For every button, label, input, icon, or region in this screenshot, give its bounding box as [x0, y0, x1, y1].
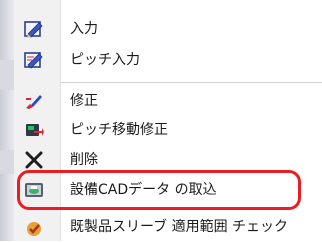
menu-item-pitch-input[interactable]: ピッチ入力: [14, 46, 322, 74]
sleeve-check-icon: [24, 220, 44, 238]
pitch-move-icon: [24, 121, 44, 139]
menu-item-label: 修正: [70, 93, 98, 109]
pencil-edit-icon: [24, 20, 44, 38]
menu-item-sleeve-check[interactable]: 既製品スリーブ 適用範囲 チェック: [14, 215, 322, 243]
delete-x-icon: [24, 151, 44, 169]
background-window: [0, 0, 14, 241]
menu-item-label: 入力: [70, 21, 98, 37]
pitch-pencil-icon: [24, 51, 44, 69]
menu-item-label: ピッチ入力: [70, 52, 140, 68]
menu-item-label: 既製品スリーブ 適用範囲 チェック: [70, 219, 289, 235]
brush-edit-icon: [24, 92, 44, 110]
background-fragment: [0, 60, 14, 90]
menu-item-label: 削除: [70, 152, 98, 168]
menu-item-input[interactable]: 入力: [14, 15, 322, 43]
menu-item-cad-import[interactable]: 設備CADデータ の取込: [14, 176, 322, 204]
cad-import-icon: [24, 181, 44, 199]
menu-item-modify[interactable]: 修正: [14, 87, 322, 115]
menu-item-label: ピッチ移動修正: [70, 122, 168, 138]
background-fragment: [0, 150, 14, 174]
menu-item-pitch-move[interactable]: ピッチ移動修正: [14, 116, 322, 144]
menu-item-label: 設備CADデータ の取込: [70, 182, 217, 198]
menu-separator: [60, 82, 322, 83]
context-menu: 入力 ピッチ入力 修正 ピッチ移動修正 削除 設備CADデータ の取込 既製品ス…: [14, 0, 322, 241]
menu-item-delete[interactable]: 削除: [14, 146, 322, 174]
